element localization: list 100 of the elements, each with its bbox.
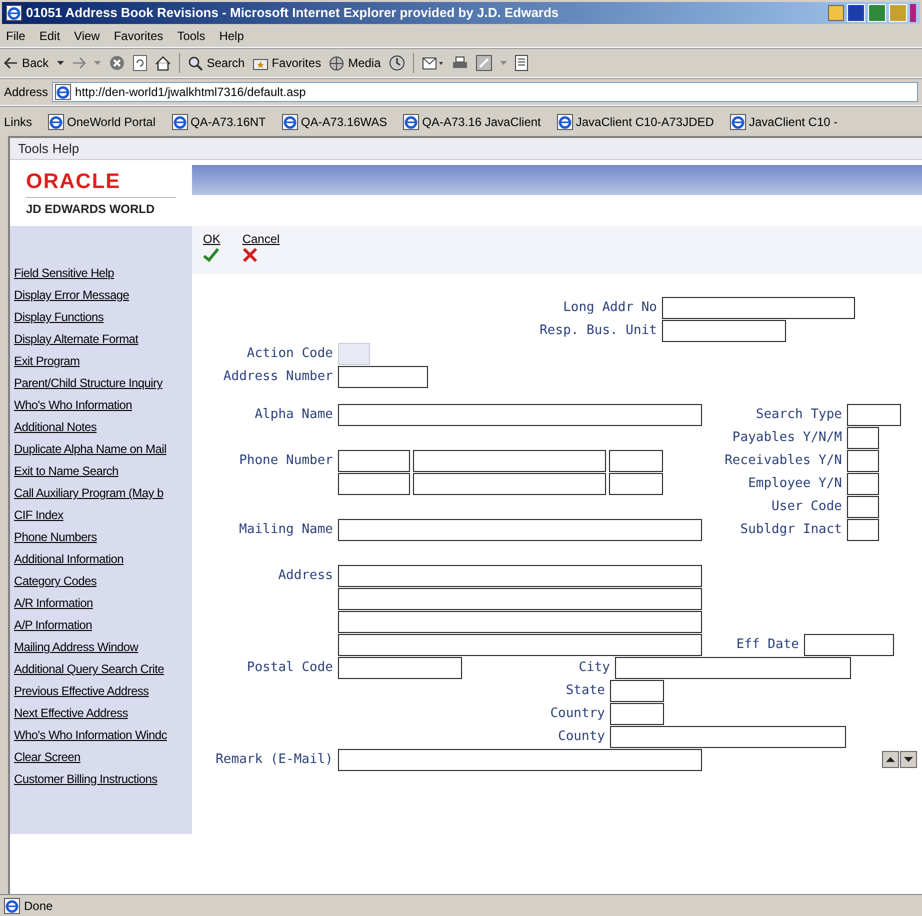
sidebar-link[interactable]: Call Auxiliary Program (May b [14,482,164,504]
sidebar-link[interactable]: A/P Information [14,614,92,636]
browser-icon [6,5,22,21]
menu-item[interactable]: Edit [39,26,60,44]
menu-item[interactable]: View [74,26,100,44]
input-field[interactable] [338,588,702,610]
input-field[interactable] [338,748,702,770]
back-button[interactable]: Back [4,54,49,72]
input-field[interactable] [662,296,855,318]
input-field[interactable] [662,320,786,342]
input-field[interactable] [338,404,702,426]
sidebar-link[interactable]: A/R Information [14,592,93,614]
home-icon[interactable] [154,56,171,70]
edit-icon[interactable] [476,55,492,71]
sidebar-link[interactable]: Field Sensitive Help [14,262,114,284]
sidebar-link[interactable]: Additional Notes [14,416,97,438]
field-label: Mailing Name [239,520,333,539]
sidebar-link[interactable]: Category Codes [14,570,97,592]
menu-item[interactable]: Tools [177,26,206,44]
ok-button[interactable]: OK [203,230,220,274]
sidebar-link[interactable]: Who's Who Information Windc [14,724,167,746]
field-label: State [566,682,605,700]
input-field[interactable] [338,634,702,656]
sidebar-link[interactable]: Customer Billing Instructions [14,768,158,790]
sidebar-link[interactable]: Display Functions [14,306,104,328]
sidebar-link[interactable]: Display Error Message [14,284,130,306]
input-field[interactable] [609,472,663,494]
sidebar-link[interactable]: Phone Numbers [14,526,97,548]
refresh-icon[interactable] [132,55,147,71]
scroll-up-button[interactable] [882,751,899,768]
stop-icon[interactable] [108,55,125,71]
input-field[interactable] [338,472,410,494]
scroll-down-button[interactable] [900,751,917,768]
cancel-button[interactable]: Cancel [242,230,280,274]
field-label: Postal Code [246,658,333,677]
mail-icon[interactable] [422,55,444,71]
field-label: User Code [772,498,842,516]
input-field[interactable] [847,518,879,540]
links-label: Links [4,114,32,130]
printer-icon[interactable] [452,56,468,70]
favorites-button[interactable]: Favorites [252,54,322,72]
input-field[interactable] [609,450,663,472]
media-button[interactable]: Media [329,54,381,72]
link-button[interactable]: QA-A73.16WAS [282,112,388,130]
address-field[interactable]: http://den-world1/jwalkhtml7316/default.asp [52,82,918,102]
sidebar-link[interactable]: CIF Index [14,504,64,526]
menu-item[interactable]: File [6,26,26,44]
sidebar-link[interactable]: Mailing Address Window [14,636,138,658]
link-button[interactable]: QA-A73.16 JavaClient [403,112,541,130]
input-field[interactable] [615,656,851,678]
field-label: Country [550,704,605,723]
sidebar-link[interactable]: Next Effective Address [14,702,128,724]
window-title: 01051 Address Book Revisions - Microsoft Internet Explorer provided by J.D. Edwards [26,4,559,22]
link-button[interactable]: JavaClient C10 - [730,112,838,130]
field-label: Alpha Name [254,406,333,424]
sidebar-link[interactable]: Who's Who Information [14,394,132,416]
input-field[interactable] [847,472,879,494]
input-field[interactable] [338,610,702,632]
input-field[interactable] [413,450,606,472]
field-label: Employee Y/N [748,474,842,493]
input-field[interactable] [847,404,901,426]
menu-item[interactable]: Tools [18,138,48,158]
field-label: Action Code [246,344,333,363]
input-field[interactable] [804,634,894,656]
menu-item[interactable]: Help [52,138,80,158]
sidebar-link[interactable]: Exit Program [14,350,80,372]
sidebar-link[interactable]: Additional Information [14,548,124,570]
field-label: Remark (E-Mail) [216,750,333,769]
input-field[interactable] [847,426,879,448]
close-icon [242,248,258,262]
input-field[interactable] [338,450,410,472]
input-field[interactable] [847,450,879,472]
page-icon [4,898,20,914]
history-icon[interactable] [388,55,405,71]
search-button[interactable]: Search [188,54,245,72]
link-button[interactable]: OneWorld Portal [48,112,156,130]
link-button[interactable]: JavaClient C10-A73JDED [556,112,714,130]
sidebar-link[interactable]: Display Alternate Format [14,328,138,350]
input-field[interactable] [338,656,462,678]
input-field[interactable] [610,680,664,702]
input-field[interactable] [847,496,879,518]
field-label: Search Type [756,406,842,424]
sidebar-link[interactable]: Additional Query Search Crite [14,658,164,680]
document-icon[interactable] [514,55,528,71]
input-field[interactable] [338,564,702,586]
menu-item[interactable]: Help [219,26,244,44]
sidebar-link[interactable]: Parent/Child Structure Inquiry [14,372,162,394]
sidebar-link[interactable]: Clear Screen [14,746,80,768]
menu-item[interactable]: Favorites [114,26,164,44]
sidebar-link[interactable]: Exit to Name Search [14,460,118,482]
sidebar-link[interactable]: Previous Effective Address [14,680,149,702]
sidebar-link[interactable]: Duplicate Alpha Name on Mail [14,438,166,460]
address-label: Address [4,84,48,101]
input-field[interactable] [610,726,846,748]
input-field[interactable] [413,472,606,494]
input-field[interactable] [338,518,702,540]
input-field[interactable] [338,366,428,388]
link-button[interactable]: QA-A73.16NT [172,112,266,130]
caret-icon[interactable] [56,61,64,65]
input-field[interactable] [610,702,664,724]
